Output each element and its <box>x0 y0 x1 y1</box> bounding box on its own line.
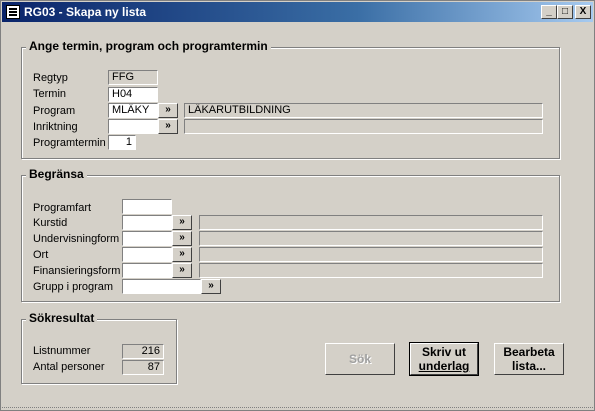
maximize-button[interactable]: □ <box>557 5 573 19</box>
group-sokresultat-title: Sökresultat <box>26 311 98 325</box>
ort-name-field <box>199 247 543 262</box>
grupp-field[interactable] <box>122 279 201 294</box>
main-window: RG03 - Skapa ny lista _ □ X Ange termin,… <box>0 0 595 411</box>
program-label: Program <box>33 105 76 117</box>
programfart-field[interactable] <box>122 199 172 214</box>
sok-button-label: Sök <box>348 352 371 366</box>
finansieringsform-picker-button[interactable]: » <box>172 263 192 278</box>
kurstid-picker-button[interactable]: » <box>172 215 192 230</box>
undervisningform-picker-button[interactable]: » <box>172 231 192 246</box>
kurstid-label: Kurstid <box>33 217 68 229</box>
bearbeta-line1: Bearbeta <box>503 345 555 359</box>
termin-field[interactable]: H04 <box>108 87 158 102</box>
program-field[interactable]: MLÄKY <box>108 103 158 118</box>
programtermin-label: Programtermin <box>33 137 106 149</box>
ort-picker-button[interactable]: » <box>172 247 192 262</box>
regtyp-label: Regtyp <box>33 72 68 84</box>
group-termin-program-title: Ange termin, program och programtermin <box>26 39 271 53</box>
bearbeta-lista-button[interactable]: Bearbeta lista... <box>494 343 564 375</box>
sok-button[interactable]: Sök <box>325 343 395 375</box>
close-button[interactable]: X <box>575 5 591 19</box>
finansieringsform-name-field <box>199 263 543 278</box>
kurstid-name-field <box>199 215 543 230</box>
listnummer-field: 216 <box>122 344 164 359</box>
window-title: RG03 - Skapa ny lista <box>24 5 147 19</box>
skriv-ut-underlag-button[interactable]: Skriv ut underlag <box>409 342 479 376</box>
kurstid-field[interactable] <box>122 215 172 230</box>
status-bar <box>2 407 593 411</box>
antal-personer-label: Antal personer <box>33 361 105 373</box>
ort-label: Ort <box>33 249 49 261</box>
group-begransa-title: Begränsa <box>26 167 87 181</box>
programfart-label: Programfart <box>33 202 92 214</box>
inriktning-label: Inriktning <box>33 121 78 133</box>
inriktning-field[interactable] <box>108 119 158 134</box>
program-picker-button[interactable]: » <box>158 103 178 118</box>
app-document-icon <box>6 5 20 19</box>
listnummer-label: Listnummer <box>33 345 91 357</box>
program-name-field: LÄKARUTBILDNING <box>184 103 543 118</box>
title-bar[interactable]: RG03 - Skapa ny lista _ □ X <box>2 2 593 22</box>
finansieringsform-label: Finansieringsform <box>33 265 121 277</box>
skriv-ut-line1: Skriv ut <box>421 345 466 359</box>
bearbeta-line2: lista... <box>511 359 546 373</box>
undervisningform-label: Undervisningform <box>33 233 120 245</box>
undervisningform-field[interactable] <box>122 231 172 246</box>
minimize-button[interactable]: _ <box>541 5 557 19</box>
regtyp-field: FFG <box>108 70 158 85</box>
antal-personer-field: 87 <box>122 360 164 375</box>
programtermin-field[interactable]: 1 <box>108 135 136 150</box>
skriv-ut-line2: underlag <box>418 359 470 373</box>
grupp-picker-button[interactable]: » <box>201 279 221 294</box>
grupp-label: Grupp i program <box>33 281 114 293</box>
ort-field[interactable] <box>122 247 172 262</box>
inriktning-picker-button[interactable]: » <box>158 119 178 134</box>
termin-label: Termin <box>33 88 67 100</box>
finansieringsform-field[interactable] <box>122 263 172 278</box>
undervisningform-name-field <box>199 231 543 246</box>
inriktning-name-field <box>184 119 543 134</box>
